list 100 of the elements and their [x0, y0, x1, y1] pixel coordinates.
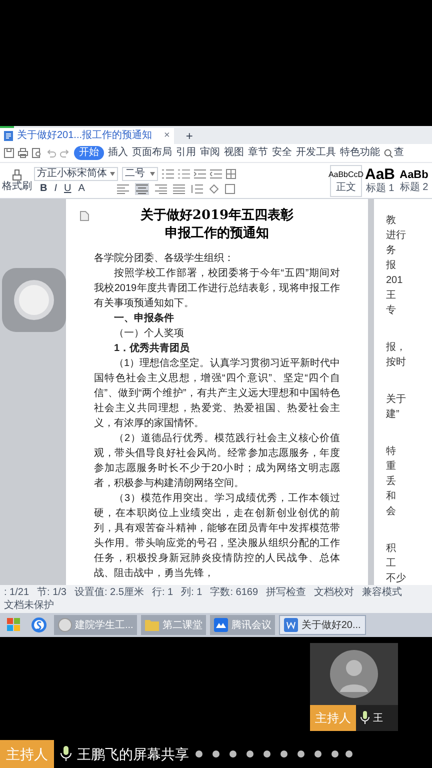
heading: 1．优秀共青团员 — [113, 342, 191, 356]
justify-icon[interactable] — [172, 184, 185, 194]
text-fragment: 建” — [386, 408, 400, 422]
host-badge: 主持人 — [310, 705, 356, 731]
status-item: 列: 1 — [181, 586, 202, 599]
table-icon[interactable] — [226, 168, 236, 178]
menu-tab[interactable]: 审阅 — [200, 146, 220, 160]
status-item: 设置值: 2.5厘米 — [74, 586, 144, 599]
status-item: 行: 1 — [152, 586, 174, 599]
taskbar-button[interactable]: 关于做好20... — [279, 615, 366, 635]
text-fragment: 重 — [386, 460, 397, 474]
text-fragment: 按时 — [386, 356, 407, 370]
format-button[interactable]: U — [64, 182, 72, 194]
format-button[interactable]: I — [54, 182, 58, 194]
participant-name: 王 — [373, 712, 383, 726]
document-title: 申报工作的预通知 — [165, 225, 269, 243]
text-fragment: 进行 — [386, 228, 407, 243]
text-fragment: 会 — [386, 505, 397, 519]
text-fragment: 201 — [386, 274, 404, 288]
menu-tab[interactable]: 插入 — [108, 146, 128, 160]
brush-icon — [11, 169, 23, 181]
text-fragment: 专 — [386, 304, 397, 318]
style-preset[interactable]: AaBb 标题 2 — [398, 164, 430, 196]
document-tab[interactable]: 关于做好201...报工作的预通知 × — [0, 128, 174, 144]
style-preset[interactable]: AaB 标题 1 — [364, 164, 396, 196]
numbered-list-icon[interactable] — [178, 168, 190, 178]
paragraph: 按照学校工作部署，校团委将于今年“五四”期间对我校2019年度共青团工作进行总结表彰，现将申报工作有关事项预通知如下。 — [94, 266, 340, 311]
search-icon — [384, 148, 393, 158]
text-fragment: 工 — [386, 557, 397, 571]
document-icon — [4, 131, 13, 141]
microphone-icon — [60, 746, 72, 762]
avatar-silhouette-icon — [330, 650, 378, 698]
menu-tab[interactable]: 开发工具 — [296, 146, 336, 160]
paragraph: （3）模范作用突出。学习成绩优秀，工作本领过硬，在本职岗位上业绩突出，走在创新创业创优的前列，具有艰苦奋斗精神，能够在团员青年中发挥模范带头作用。带头响应党的号召，坚决服从组织分配的工作任务，积极投身新冠肺炎疫情防控的人民战争、总体战、阻击战中，勇当先锋， — [94, 492, 340, 581]
paragraph: 各学院分团委、各级学生组织： — [94, 252, 235, 266]
size-select[interactable]: 二号 — [122, 166, 158, 180]
text-fragment: 报 — [386, 258, 397, 273]
text-fragment: 报， — [386, 340, 407, 355]
status-item: 字数: 6169 — [210, 586, 258, 599]
undo-icon[interactable] — [46, 148, 56, 158]
status-item: 兼容模式 — [362, 586, 402, 599]
caret-icon — [150, 172, 155, 176]
new-tab-button[interactable]: + — [186, 128, 193, 144]
heading: （一）个人奖项 — [113, 327, 185, 341]
indent-icon[interactable] — [194, 168, 206, 178]
screen-share-title: 王鹏飞的屏幕共享 — [77, 744, 189, 764]
border-icon[interactable] — [224, 184, 235, 194]
menu-tab[interactable]: 特色功能 — [340, 146, 380, 160]
redo-icon[interactable] — [60, 148, 70, 158]
folder-icon — [145, 619, 160, 631]
align-right-icon[interactable] — [154, 184, 167, 194]
font-select[interactable]: 方正小标宋简体 — [34, 166, 118, 180]
list-icon[interactable] — [162, 168, 174, 178]
line-spacing-icon[interactable] — [190, 184, 203, 194]
style-preset[interactable]: AaBbCcD 正文 — [330, 164, 362, 196]
search-button[interactable]: 查 — [384, 146, 404, 160]
shading-icon[interactable] — [208, 184, 219, 194]
text-fragment: 和 — [386, 490, 397, 504]
menu-tab[interactable]: 引用 — [176, 146, 196, 160]
text-fragment: 积 — [386, 542, 397, 556]
text-fragment: 特 — [386, 444, 397, 459]
align-center-icon[interactable] — [134, 182, 149, 194]
s-logo-icon — [31, 617, 47, 633]
status-item: 文档未保护 — [4, 599, 54, 612]
menu-tab[interactable]: 视图 — [224, 146, 244, 160]
text-fragment: 教 — [386, 214, 397, 228]
floating-assistive-button[interactable] — [2, 268, 66, 332]
format-button[interactable]: A — [78, 182, 85, 194]
text-fragment: 丢 — [386, 474, 397, 489]
menu-tab[interactable]: 章节 — [248, 146, 268, 160]
document-app-icon — [284, 618, 298, 632]
close-tab-button[interactable]: × — [164, 129, 170, 143]
page-dots-icon — [195, 750, 353, 758]
status-item: 文档校对 — [314, 586, 354, 599]
text-fragment: 务 — [386, 244, 397, 258]
outdent-icon[interactable] — [210, 168, 222, 178]
text-fragment: 不少 — [386, 572, 407, 585]
status-item: : 1/21 — [4, 586, 30, 599]
save-icon[interactable] — [4, 148, 14, 158]
document-title: 关于做好2019年五四表彰 — [140, 207, 294, 225]
text-fragment: 王 — [386, 289, 397, 303]
host-badge: 主持人 — [0, 740, 54, 768]
align-left-icon[interactable] — [116, 184, 129, 194]
format-painter-button[interactable]: 格式刷 — [0, 169, 34, 192]
print-icon[interactable] — [18, 148, 28, 158]
heading: 一、申报条件 — [113, 312, 175, 326]
caret-icon — [110, 172, 115, 176]
menu-tab[interactable]: 开始 — [74, 146, 104, 160]
menu-tab[interactable]: 安全 — [272, 146, 292, 160]
menu-tab[interactable]: 页面布局 — [132, 146, 172, 160]
app-icon — [58, 618, 72, 632]
document-icon — [80, 211, 89, 221]
status-item: 节: 1/3 — [37, 586, 66, 599]
paragraph: （2）道德品行优秀。模范践行社会主义核心价值观，带头倡导良好社会风尚。经常参加志愿服务，年度参加志愿服务时长不少于20小时；成为网络文明志愿者，积极参与构建清朗网络空间。 — [94, 432, 340, 491]
paragraph: （1）理想信念坚定。认真学习贯彻习近平新时代中国特色社会主义思想，增强“四个意识”、坚定“四个自信”、做到“两个维护”，有共产主义远大理想和中国特色社会主义共同理想，热爱党、热爱祖国、热爱社会主义，有浓厚的家国情怀。 — [94, 356, 340, 431]
meeting-app-icon — [214, 618, 228, 632]
format-button[interactable]: B — [40, 182, 48, 194]
status-item: 拼写检查 — [266, 586, 306, 599]
microphone-icon — [360, 711, 370, 725]
preview-icon[interactable] — [32, 148, 42, 158]
